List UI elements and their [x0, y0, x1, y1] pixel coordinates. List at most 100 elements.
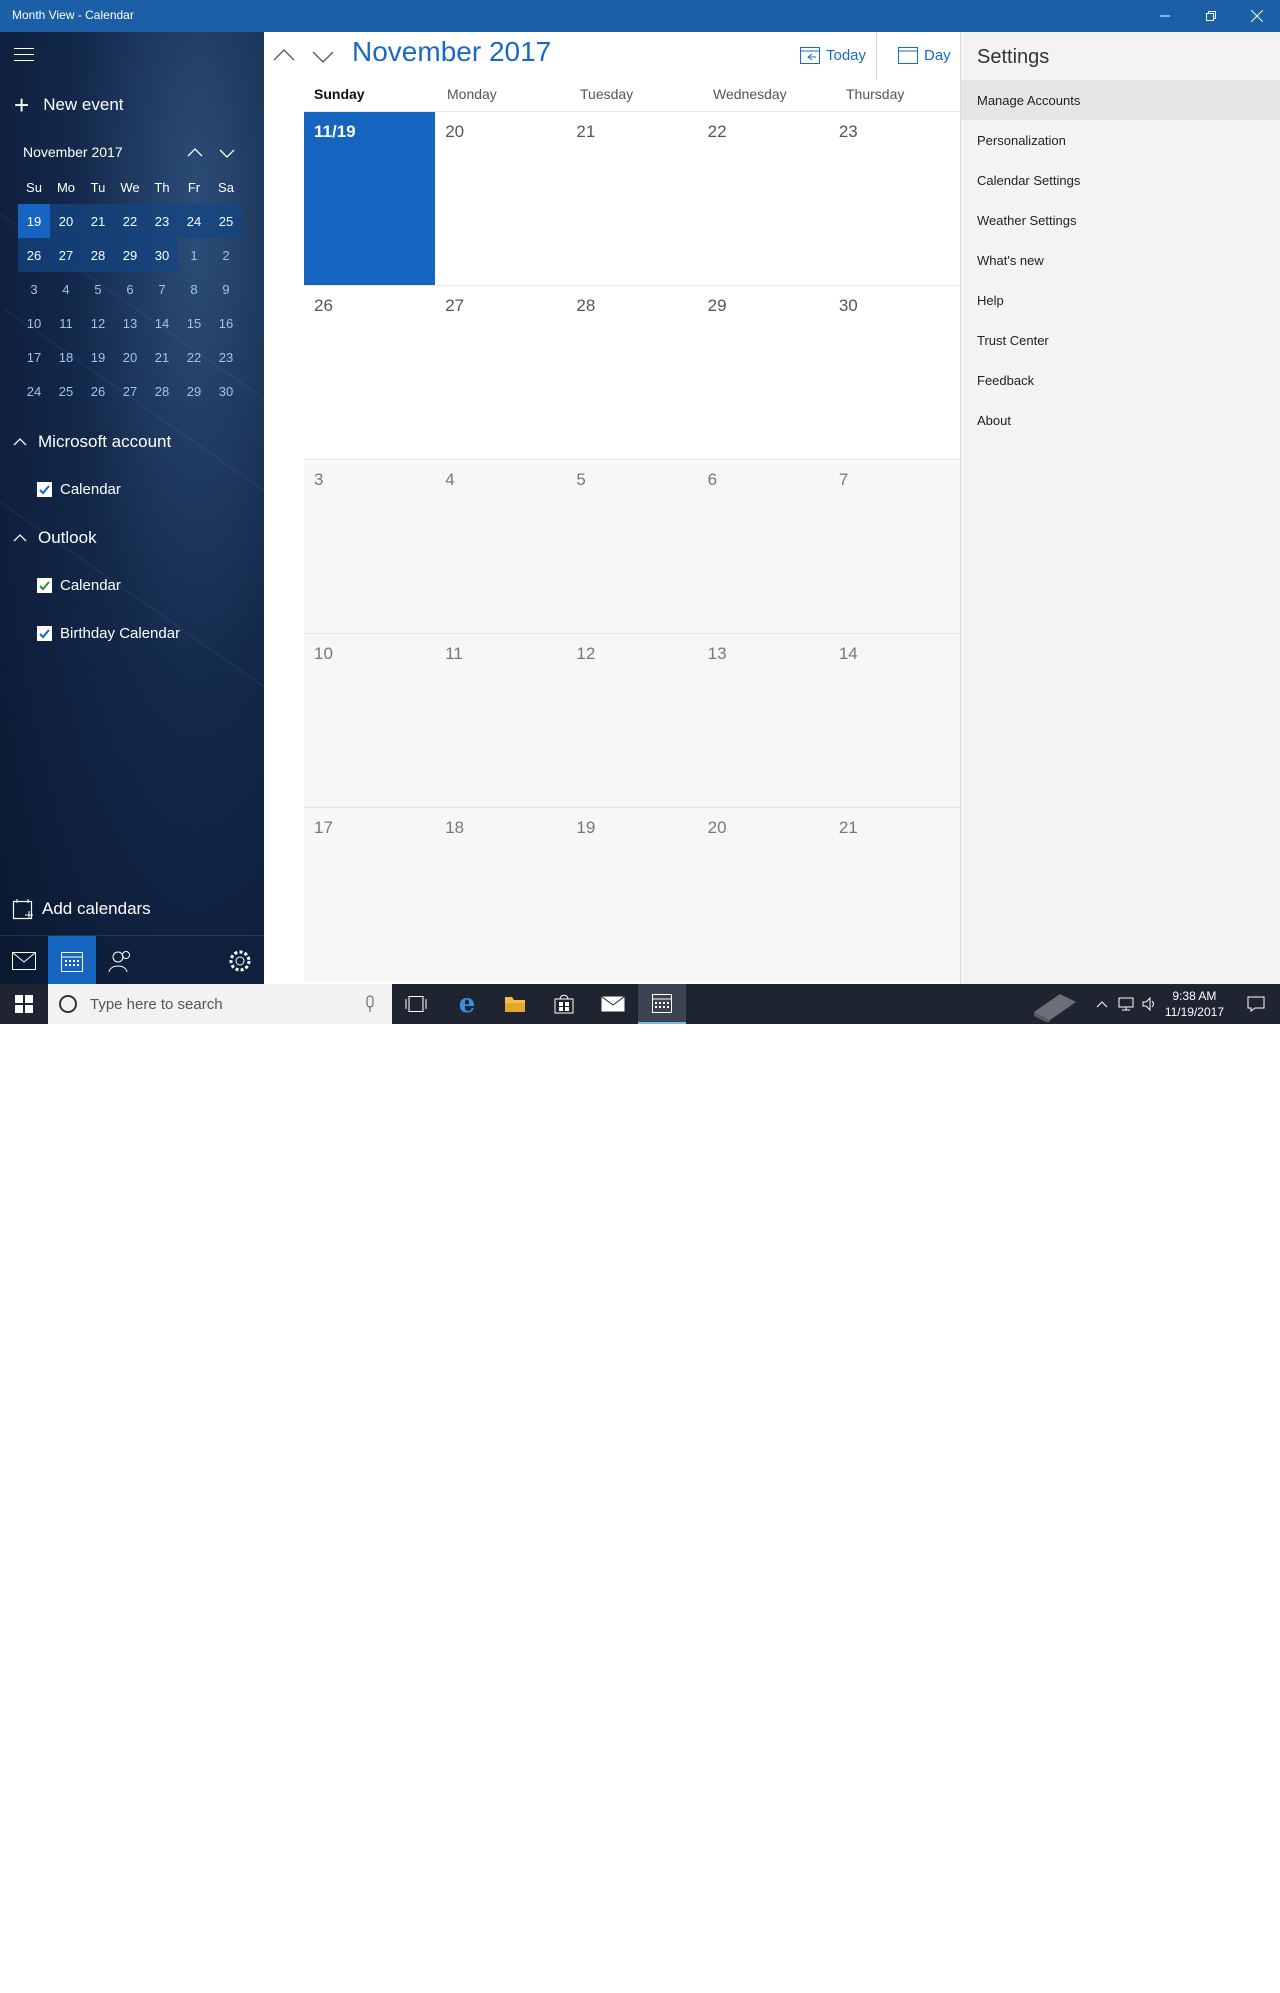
mini-day[interactable]: 25 — [210, 204, 242, 238]
today-button[interactable]: Today — [800, 46, 866, 64]
checkbox-checked-icon[interactable] — [37, 578, 52, 593]
mini-day[interactable]: 6 — [114, 272, 146, 306]
people-button[interactable] — [96, 936, 144, 984]
mini-day[interactable]: 20 — [114, 340, 146, 374]
mini-day[interactable]: 23 — [146, 204, 178, 238]
calendar-app-button[interactable] — [48, 936, 96, 984]
store-button[interactable] — [540, 984, 588, 1024]
checkbox-checked-icon[interactable] — [37, 626, 52, 641]
mini-calendar-next-button[interactable] — [216, 142, 238, 164]
day-cell[interactable]: 30 — [829, 286, 960, 459]
day-cell[interactable]: 20 — [698, 808, 829, 981]
mini-day[interactable]: 26 — [18, 238, 50, 272]
calendar-taskbar-button[interactable] — [638, 984, 686, 1024]
day-cell[interactable]: 22 — [698, 112, 829, 285]
mini-day[interactable]: 13 — [114, 306, 146, 340]
mini-day[interactable]: 11 — [50, 306, 82, 340]
account-group-microsoft[interactable]: Microsoft account — [12, 432, 171, 452]
mini-day[interactable]: 3 — [18, 272, 50, 306]
mini-day[interactable]: 26 — [82, 374, 114, 408]
mini-day[interactable]: 29 — [114, 238, 146, 272]
mini-day[interactable]: 30 — [146, 238, 178, 272]
settings-item-help[interactable]: Help — [961, 280, 1280, 320]
close-button[interactable] — [1234, 0, 1280, 32]
mini-day[interactable]: 14 — [146, 306, 178, 340]
day-cell[interactable]: 18 — [435, 808, 566, 981]
settings-item-trust-center[interactable]: Trust Center — [961, 320, 1280, 360]
mini-day[interactable]: 29 — [178, 374, 210, 408]
start-button[interactable] — [0, 984, 48, 1024]
mini-day[interactable]: 21 — [146, 340, 178, 374]
mini-day[interactable]: 28 — [146, 374, 178, 408]
day-cell-selected[interactable]: 11/19 — [304, 112, 436, 285]
settings-button[interactable] — [216, 936, 264, 984]
calendar-toggle[interactable]: Calendar — [37, 481, 121, 498]
mini-day[interactable]: 19 — [82, 340, 114, 374]
mini-day[interactable]: 28 — [82, 238, 114, 272]
mini-day[interactable]: 21 — [82, 204, 114, 238]
show-hidden-icons-button[interactable] — [1090, 984, 1114, 1024]
mini-day[interactable]: 17 — [18, 340, 50, 374]
mini-calendar-prev-button[interactable] — [184, 142, 206, 164]
taskbar-search-box[interactable]: Type here to search — [48, 984, 392, 1024]
checkbox-checked-icon[interactable] — [37, 482, 52, 497]
day-cell[interactable]: 19 — [566, 808, 697, 981]
day-cell[interactable]: 6 — [698, 460, 829, 633]
restore-button[interactable] — [1188, 0, 1234, 32]
day-cell[interactable]: 5 — [566, 460, 697, 633]
add-calendars-button[interactable]: Add calendars — [12, 898, 151, 920]
mini-day[interactable]: 12 — [82, 306, 114, 340]
calendar-toggle[interactable]: Birthday Calendar — [37, 625, 180, 642]
settings-item-feedback[interactable]: Feedback — [961, 360, 1280, 400]
mini-day[interactable]: 22 — [178, 340, 210, 374]
volume-button[interactable] — [1138, 984, 1162, 1024]
settings-item-calendar-settings[interactable]: Calendar Settings — [961, 160, 1280, 200]
day-cell[interactable]: 28 — [566, 286, 697, 459]
mini-day[interactable]: 22 — [114, 204, 146, 238]
day-cell[interactable]: 17 — [304, 808, 435, 981]
mini-day[interactable]: 20 — [50, 204, 82, 238]
day-cell[interactable]: 13 — [698, 634, 829, 807]
minimize-button[interactable] — [1142, 0, 1188, 32]
hamburger-menu-icon[interactable] — [14, 48, 34, 64]
day-cell[interactable]: 4 — [435, 460, 566, 633]
day-cell[interactable]: 11 — [435, 634, 566, 807]
mini-day[interactable]: 7 — [146, 272, 178, 306]
microphone-icon[interactable] — [364, 995, 376, 1013]
day-cell[interactable]: 10 — [304, 634, 435, 807]
day-cell[interactable]: 12 — [566, 634, 697, 807]
mini-day[interactable]: 24 — [178, 204, 210, 238]
settings-item-about[interactable]: About — [961, 400, 1280, 440]
day-cell[interactable]: 29 — [698, 286, 829, 459]
mini-day[interactable]: 18 — [50, 340, 82, 374]
action-center-button[interactable] — [1232, 984, 1280, 1024]
new-event-button[interactable]: + New event — [14, 92, 124, 118]
settings-item-weather-settings[interactable]: Weather Settings — [961, 200, 1280, 240]
day-cell[interactable]: 20 — [435, 112, 566, 285]
mini-day[interactable]: 2 — [210, 238, 242, 272]
mini-day[interactable]: 1 — [178, 238, 210, 272]
network-button[interactable] — [1114, 984, 1138, 1024]
mini-day[interactable]: 27 — [114, 374, 146, 408]
mini-day[interactable]: 23 — [210, 340, 242, 374]
previous-month-button[interactable] — [272, 44, 296, 68]
settings-item-manage-accounts[interactable]: Manage Accounts — [961, 80, 1280, 120]
day-view-button[interactable]: Day — [898, 46, 951, 64]
day-cell[interactable]: 14 — [829, 634, 960, 807]
mini-day[interactable]: 5 — [82, 272, 114, 306]
settings-item-whats-new[interactable]: What's new — [961, 240, 1280, 280]
edge-button[interactable]: e — [443, 984, 491, 1024]
day-cell[interactable]: 27 — [435, 286, 566, 459]
day-cell[interactable]: 7 — [829, 460, 960, 633]
day-cell[interactable]: 23 — [829, 112, 960, 285]
day-cell[interactable]: 21 — [829, 808, 960, 981]
file-explorer-button[interactable] — [491, 984, 539, 1024]
clock[interactable]: 9:38 AM 11/19/2017 — [1165, 988, 1224, 1020]
next-month-button[interactable] — [311, 44, 335, 68]
account-group-outlook[interactable]: Outlook — [12, 528, 97, 548]
mini-day[interactable]: 30 — [210, 374, 242, 408]
day-cell[interactable]: 21 — [566, 112, 697, 285]
mini-day[interactable]: 19 — [18, 204, 50, 238]
mini-day[interactable]: 27 — [50, 238, 82, 272]
calendar-toggle[interactable]: Calendar — [37, 577, 121, 594]
